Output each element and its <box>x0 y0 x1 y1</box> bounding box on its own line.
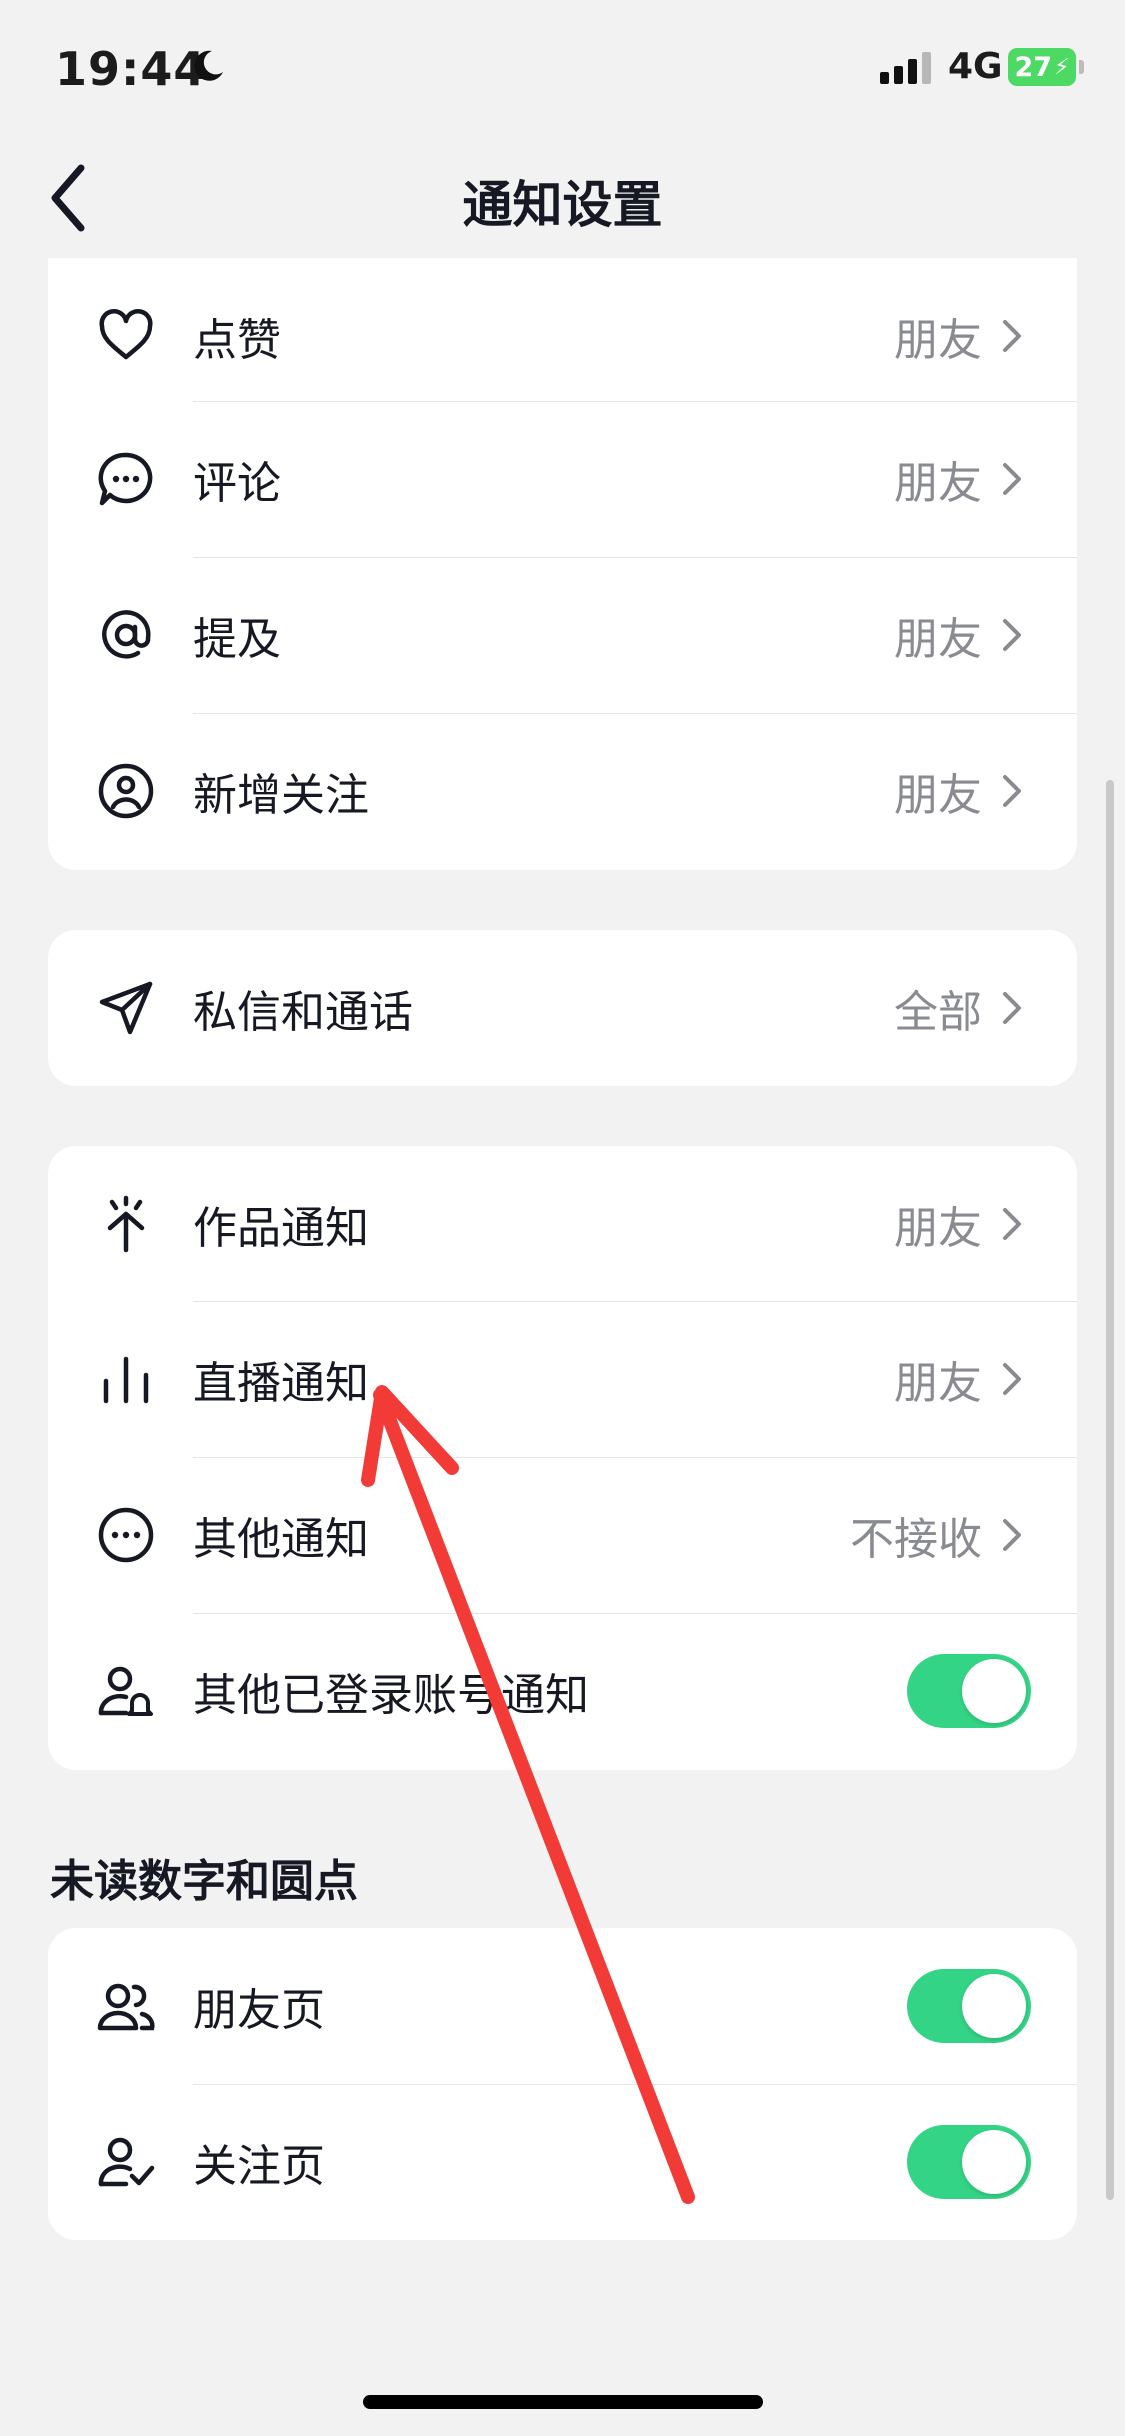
moon-icon <box>194 50 223 81</box>
row-label: 直播通知 <box>193 1358 369 1409</box>
friends-page-toggle[interactable] <box>907 1969 1031 2043</box>
status-time: 19:44 <box>55 42 207 96</box>
chevron-right-icon <box>1003 463 1021 495</box>
battery-indicator: 27 ⚡ <box>1008 48 1076 86</box>
row-other[interactable]: 其他通知 不接收 <box>48 1457 1077 1613</box>
row-friends-page: 朋友页 <box>48 1928 1077 2084</box>
chevron-right-icon <box>1003 1208 1021 1240</box>
user-circle-icon <box>98 763 154 819</box>
row-mentions[interactable]: 提及 朋友 <box>48 557 1077 713</box>
following-page-toggle[interactable] <box>907 2125 1031 2199</box>
row-value: 朋友 <box>894 1203 982 1254</box>
messages-card: 私信和通话 全部 <box>48 930 1077 1086</box>
row-value: 全部 <box>894 987 982 1038</box>
toggle-knob <box>962 1659 1026 1723</box>
row-label: 私信和通话 <box>193 987 413 1038</box>
page-title: 通知设置 <box>462 176 663 234</box>
row-value: 不接收 <box>850 1514 982 1565</box>
chevron-right-icon <box>1003 1363 1021 1395</box>
row-following-page: 关注页 <box>48 2084 1077 2240</box>
toggle-knob <box>962 1974 1026 2038</box>
user-bell-icon <box>98 1666 153 1716</box>
section-title-unread: 未读数字和圆点 <box>50 1856 358 1907</box>
chevron-right-icon <box>1003 320 1021 352</box>
row-value: 朋友 <box>894 1358 982 1409</box>
home-indicator <box>363 2395 763 2409</box>
row-label: 作品通知 <box>193 1203 369 1254</box>
more-circle-icon <box>98 1507 154 1563</box>
chevron-right-icon <box>1003 619 1021 651</box>
row-other-accounts: 其他已登录账号通知 <box>48 1613 1077 1769</box>
row-live[interactable]: 直播通知 朋友 <box>48 1301 1077 1457</box>
row-label: 评论 <box>193 458 281 509</box>
row-label: 提及 <box>193 614 281 665</box>
battery-tip <box>1079 60 1084 74</box>
sparkle-icon <box>107 1195 145 1253</box>
content-card: 作品通知 朋友 直播通知 朋友 其他通知 不接收 其他已登录账号通知 <box>48 1146 1077 1770</box>
row-value: 朋友 <box>894 458 982 509</box>
unread-card: 朋友页 关注页 <box>48 1928 1077 2240</box>
row-new-followers[interactable]: 新增关注 朋友 <box>48 713 1077 869</box>
other-accounts-toggle[interactable] <box>907 1654 1031 1728</box>
network-label: 4G <box>948 46 1003 87</box>
status-bar: 19:44 4G 27 ⚡ <box>0 0 1125 140</box>
row-works[interactable]: 作品通知 朋友 <box>48 1146 1077 1302</box>
at-icon <box>102 610 151 659</box>
row-value: 朋友 <box>894 614 982 665</box>
interactions-card: 点赞 朋友 评论 朋友 提及 朋友 新增关注 朋友 <box>48 258 1077 870</box>
row-label: 其他已登录账号通知 <box>193 1670 589 1721</box>
comment-icon <box>98 452 153 506</box>
row-label: 朋友页 <box>193 1985 325 2036</box>
row-label: 其他通知 <box>193 1514 369 1565</box>
heart-icon <box>99 309 153 360</box>
battery-level: 27 <box>1014 51 1053 83</box>
user-check-icon <box>98 2137 155 2187</box>
row-label: 新增关注 <box>193 770 369 821</box>
scrollbar[interactable] <box>1106 780 1114 2200</box>
row-dm-calls[interactable]: 私信和通话 全部 <box>48 930 1077 1086</box>
row-label: 关注页 <box>193 2141 325 2192</box>
friends-icon <box>97 1983 155 2031</box>
live-bars-icon <box>103 1356 149 1404</box>
row-label: 点赞 <box>193 315 281 366</box>
toggle-knob <box>962 2130 1026 2194</box>
chevron-right-icon <box>1003 775 1021 807</box>
send-icon <box>99 981 153 1035</box>
chevron-right-icon <box>1003 1519 1021 1551</box>
chevron-right-icon <box>1003 992 1021 1024</box>
row-value: 朋友 <box>894 315 982 366</box>
row-comments[interactable]: 评论 朋友 <box>48 401 1077 557</box>
signal-icon <box>880 52 931 84</box>
row-likes[interactable]: 点赞 朋友 <box>48 258 1077 414</box>
row-value: 朋友 <box>894 770 982 821</box>
